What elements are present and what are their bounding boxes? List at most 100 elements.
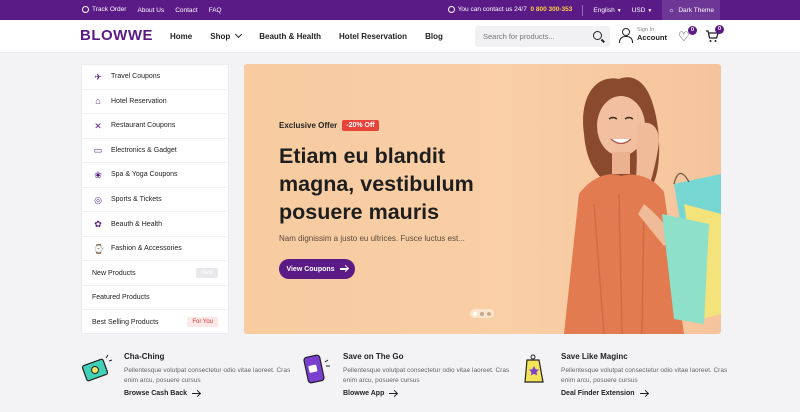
top-bar: Track Order About Us Contact FAQ You can…: [0, 0, 800, 20]
cash-icon: [81, 354, 113, 382]
feature-title: Cha-Ching: [124, 352, 165, 361]
woman-shopping-image: [564, 77, 721, 334]
nav-beauty-health[interactable]: Beauth & Health: [259, 32, 321, 41]
about-us-link[interactable]: About Us: [137, 7, 164, 14]
slider-dot[interactable]: [473, 311, 477, 316]
sidebar-item-spa-yoga[interactable]: ❀ Spa & Yoga Coupons: [82, 163, 228, 188]
sidebar-item-featured-products[interactable]: Featured Products: [82, 286, 228, 311]
feature-description: Pellentesque volutpat consectetur odio v…: [343, 367, 510, 384]
lotus-icon: ❀: [94, 169, 102, 180]
nav-hotel-reservation[interactable]: Hotel Reservation: [339, 32, 407, 41]
track-icon: [82, 6, 89, 14]
account-text: Sign In Account: [637, 27, 667, 42]
feature-description: Pellentesque volutpat consectetur odio v…: [561, 367, 728, 384]
contact-text: You can contact us 24/7: [457, 6, 527, 14]
nav-blog[interactable]: Blog: [425, 32, 443, 41]
sidebar-item-label: Spa & Yoga Coupons: [111, 171, 178, 179]
account-link[interactable]: Sign In Account: [619, 27, 667, 43]
sidebar-item-label: Best Selling Products: [92, 319, 159, 327]
theme-label: Dark Theme: [678, 6, 714, 14]
cart-icon[interactable]: 0: [705, 25, 724, 43]
hero-subtext: Nam dignissim a justo eu ultrices. Fusce…: [279, 234, 465, 243]
discount-badge: -20% Off: [342, 120, 379, 131]
cta-label: View Coupons: [286, 265, 335, 273]
tag-icon: [524, 354, 544, 383]
nav-home[interactable]: Home: [170, 32, 192, 41]
nav-shop[interactable]: Shop: [210, 30, 243, 41]
sidebar-item-best-selling[interactable]: Best Selling Products For You: [82, 310, 228, 335]
slider-dot[interactable]: [487, 311, 491, 316]
blowwe-app-link[interactable]: Blowwe App: [343, 390, 398, 397]
monitor-icon: ▭: [93, 145, 103, 156]
hotel-icon: ⌂: [95, 96, 101, 107]
arrow-right-icon: [339, 268, 348, 270]
account-label: Account: [637, 33, 667, 42]
divider: [582, 4, 584, 16]
wishlist-icon[interactable]: ♡ 0: [678, 26, 697, 44]
sidebar-item-new-products[interactable]: New Products New: [82, 261, 228, 286]
contact-info: You can contact us 24/7 0 800 300-353: [447, 6, 572, 14]
phone-number[interactable]: 0 800 300-353: [530, 7, 572, 14]
flower-icon: ✿: [94, 219, 102, 230]
track-order-link[interactable]: Track Order: [82, 6, 127, 14]
language-select[interactable]: English ▼: [593, 7, 621, 14]
feature-cash-back: Cha-Ching Pellentesque volutpat consecte…: [80, 352, 290, 404]
sidebar-item-beauty-health[interactable]: ✿ Beauth & Health: [82, 212, 228, 237]
deal-finder-link[interactable]: Deal Finder Extension: [561, 390, 648, 397]
chevron-down-icon: [235, 30, 243, 39]
watch-icon: ⌚: [93, 243, 105, 254]
for-you-badge: For You: [187, 317, 218, 328]
sidebar-item-label: Restaurant Coupons: [111, 122, 176, 130]
top-links: Track Order About Us Contact FAQ: [82, 0, 222, 20]
chevron-down-icon: ▼: [616, 7, 622, 14]
phone-icon: [303, 354, 330, 384]
search-box: [475, 26, 610, 47]
exclusive-offer: Exclusive Offer -20% Off: [279, 120, 379, 131]
hero-banner: Exclusive Offer -20% Off Etiam eu blandi…: [244, 64, 721, 334]
feature-link-label: Browse Cash Back: [124, 390, 188, 397]
search-input[interactable]: [475, 26, 585, 47]
new-badge: New: [195, 268, 218, 279]
sidebar-item-label: New Products: [92, 269, 136, 277]
browse-cash-back-link[interactable]: Browse Cash Back: [124, 390, 201, 397]
feature-title: Save Like Maginc: [561, 352, 628, 361]
slider-dot[interactable]: [480, 311, 484, 316]
chevron-down-icon: ▼: [647, 7, 653, 14]
dark-theme-toggle[interactable]: ☼ Dark Theme: [662, 0, 720, 20]
ball-icon: ◎: [94, 194, 102, 205]
view-coupons-button[interactable]: View Coupons: [279, 259, 355, 279]
sidebar-item-electronics[interactable]: ▭ Electronics & Gadget: [82, 139, 228, 164]
sidebar-item-label: Hotel Reservation: [111, 97, 167, 105]
sidebar-item-fashion[interactable]: ⌚ Fashion & Accessories: [82, 237, 228, 262]
sidebar-item-label: Beauth & Health: [111, 220, 162, 228]
phone-icon: [447, 6, 455, 14]
sidebar-item-restaurant-coupons[interactable]: ✕ Restaurant Coupons: [82, 114, 228, 139]
arrow-right-icon: [639, 392, 648, 395]
currency-value: USD: [631, 6, 646, 14]
sidebar-item-travel-coupons[interactable]: ✈ Travel Coupons: [82, 65, 228, 90]
sidebar-item-sports-tickets[interactable]: ◎ Sports & Tickets: [82, 188, 228, 213]
main-nav: Home Shop Beauth & Health Hotel Reservat…: [170, 20, 443, 53]
user-icon: [619, 27, 633, 43]
currency-select[interactable]: USD ▼: [632, 7, 653, 14]
main-header: BLOWWE Home Shop Beauth & Health Hotel R…: [0, 20, 800, 53]
wishlist-count: 0: [688, 26, 697, 35]
sidebar-item-label: Featured Products: [92, 294, 150, 302]
feature-link-label: Deal Finder Extension: [561, 390, 635, 397]
feature-title: Save on The Go: [343, 352, 404, 361]
feature-description: Pellentesque volutpat consectetur odio v…: [124, 367, 291, 384]
offer-label: Exclusive Offer: [279, 121, 338, 130]
arrow-right-icon: [192, 392, 201, 395]
sidebar-item-label: Travel Coupons: [111, 73, 161, 81]
faq-link[interactable]: FAQ: [209, 7, 222, 14]
logo[interactable]: BLOWWE: [80, 27, 153, 44]
slider-dots: [470, 309, 494, 318]
search-icon[interactable]: [593, 31, 602, 40]
contact-link[interactable]: Contact: [175, 7, 197, 14]
arrow-right-icon: [389, 392, 398, 395]
track-order-label: Track Order: [92, 6, 127, 14]
sidebar-item-hotel-reservation[interactable]: ⌂ Hotel Reservation: [82, 90, 228, 115]
sidebar-item-label: Sports & Tickets: [111, 196, 162, 203]
plane-icon: ✈: [94, 71, 102, 82]
top-right: You can contact us 24/7 0 800 300-353 En…: [447, 0, 720, 20]
